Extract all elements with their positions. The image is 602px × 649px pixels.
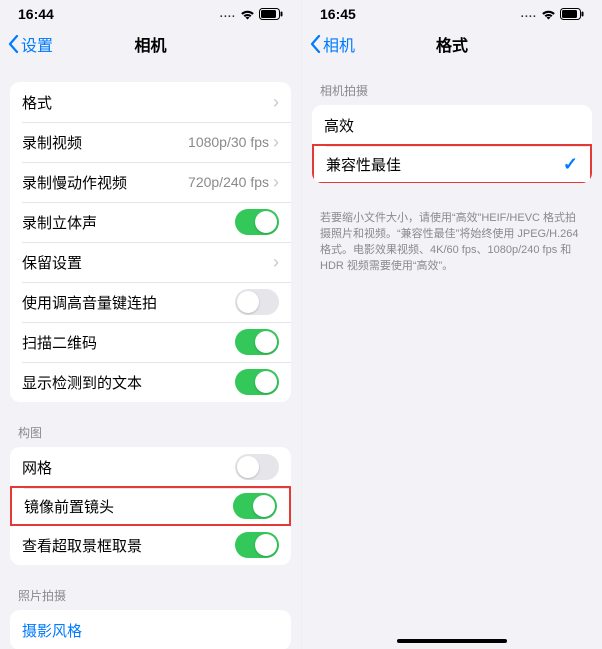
content: 格式›录制视频1080p/30 fps›录制慢动作视频720p/240 fps›… (0, 64, 301, 649)
row-label: 查看超取景框取景 (22, 535, 235, 556)
main-row[interactable]: 录制慢动作视频720p/240 fps› (10, 162, 291, 202)
group-photo-capture: 摄影风格 (10, 610, 291, 649)
format-row[interactable]: 兼容性最佳✓ (312, 144, 592, 183)
composition-row[interactable]: 网格 (10, 447, 291, 487)
toggle-switch[interactable] (235, 209, 279, 235)
row-detail: 1080p/30 fps (188, 134, 269, 150)
wifi-icon (541, 9, 556, 20)
home-indicator[interactable] (397, 639, 507, 643)
status-time: 16:44 (18, 6, 54, 22)
composition-row[interactable]: 查看超取景框取景 (10, 525, 291, 565)
row-label: 镜像前置镜头 (24, 496, 233, 517)
main-row[interactable]: 录制视频1080p/30 fps› (10, 122, 291, 162)
cellular-icon: .... (521, 8, 537, 20)
chevron-right-icon: › (273, 252, 279, 273)
row-label: 摄影风格 (22, 620, 279, 641)
main-row[interactable]: 格式› (10, 82, 291, 122)
row-label: 录制视频 (22, 132, 188, 153)
row-label: 网格 (22, 457, 235, 478)
toggle-switch[interactable] (233, 493, 277, 519)
status-time: 16:45 (320, 6, 356, 22)
row-label: 兼容性最佳 (326, 154, 563, 175)
group-composition-header: 构图 (0, 424, 301, 447)
group-capture-format: 高效兼容性最佳✓ (312, 105, 592, 183)
wifi-icon (240, 9, 255, 20)
status-bar: 16:45 .... (302, 0, 602, 28)
cellular-icon: .... (220, 8, 236, 20)
nav-bar: 相机 格式 (302, 28, 602, 64)
row-label: 保留设置 (22, 252, 273, 273)
toggle-switch[interactable] (235, 454, 279, 480)
back-button[interactable]: 相机 (310, 32, 355, 56)
toggle-switch[interactable] (235, 329, 279, 355)
group-photo-capture-header: 照片拍摄 (0, 587, 301, 610)
screen-camera-settings: 16:44 .... 设置 相机 格式›录制视频1080p/30 fps›录制慢… (0, 0, 301, 649)
back-label: 设置 (21, 32, 53, 56)
chevron-right-icon: › (273, 132, 279, 153)
back-button[interactable]: 设置 (8, 32, 53, 56)
status-bar: 16:44 .... (0, 0, 301, 28)
toggle-switch[interactable] (235, 369, 279, 395)
group-main: 格式›录制视频1080p/30 fps›录制慢动作视频720p/240 fps›… (10, 82, 291, 402)
main-row[interactable]: 使用调高音量键连拍 (10, 282, 291, 322)
group-capture-footer: 若要缩小文件大小，请使用“高效”HEIF/HEVC 格式拍摄照片和视频。“兼容性… (302, 205, 602, 275)
main-row[interactable]: 保留设置› (10, 242, 291, 282)
main-row[interactable]: 显示检测到的文本 (10, 362, 291, 402)
group-composition: 网格镜像前置镜头查看超取景框取景 (10, 447, 291, 565)
row-label: 高效 (324, 115, 580, 136)
status-right: .... (521, 8, 584, 20)
status-right: .... (220, 8, 283, 20)
chevron-right-icon: › (273, 172, 279, 193)
chevron-left-icon (8, 35, 19, 53)
composition-row[interactable]: 镜像前置镜头 (10, 486, 291, 526)
toggle-switch[interactable] (235, 532, 279, 558)
chevron-right-icon: › (273, 92, 279, 113)
main-row[interactable]: 扫描二维码 (10, 322, 291, 362)
toggle-switch[interactable] (235, 289, 279, 315)
format-row[interactable]: 高效 (312, 105, 592, 145)
row-label: 录制慢动作视频 (22, 172, 188, 193)
nav-bar: 设置 相机 (0, 28, 301, 64)
row-label: 格式 (22, 92, 273, 113)
battery-icon (259, 8, 283, 20)
row-label: 扫描二维码 (22, 332, 235, 353)
content: 相机拍摄 高效兼容性最佳✓ 若要缩小文件大小，请使用“高效”HEIF/HEVC … (302, 64, 602, 649)
main-row[interactable]: 录制立体声 (10, 202, 291, 242)
check-icon: ✓ (563, 154, 578, 175)
group-capture-header: 相机拍摄 (302, 82, 602, 105)
back-label: 相机 (323, 32, 355, 56)
row-photo-style[interactable]: 摄影风格 (10, 610, 291, 649)
row-detail: 720p/240 fps (188, 174, 269, 190)
chevron-left-icon (310, 35, 321, 53)
battery-icon (560, 8, 584, 20)
row-label: 录制立体声 (22, 212, 235, 233)
row-label: 显示检测到的文本 (22, 372, 235, 393)
screen-formats: 16:45 .... 相机 格式 相机拍摄 高效兼容性最佳✓ 若要缩小文件大小，… (301, 0, 602, 649)
row-label: 使用调高音量键连拍 (22, 292, 235, 313)
